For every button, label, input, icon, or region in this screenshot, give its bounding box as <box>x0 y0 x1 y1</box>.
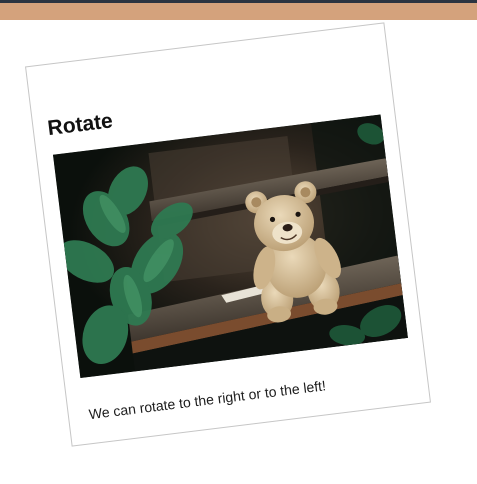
page: Rotate We can rotate to the right or to … <box>0 0 477 484</box>
card-caption: We can rotate to the right or to the lef… <box>87 377 327 423</box>
card-title: Rotate <box>46 109 115 141</box>
top-header-bar <box>0 3 477 20</box>
teddy-bear-photo <box>52 114 408 379</box>
rotated-card: Rotate We can rotate to the right or to … <box>25 22 431 447</box>
